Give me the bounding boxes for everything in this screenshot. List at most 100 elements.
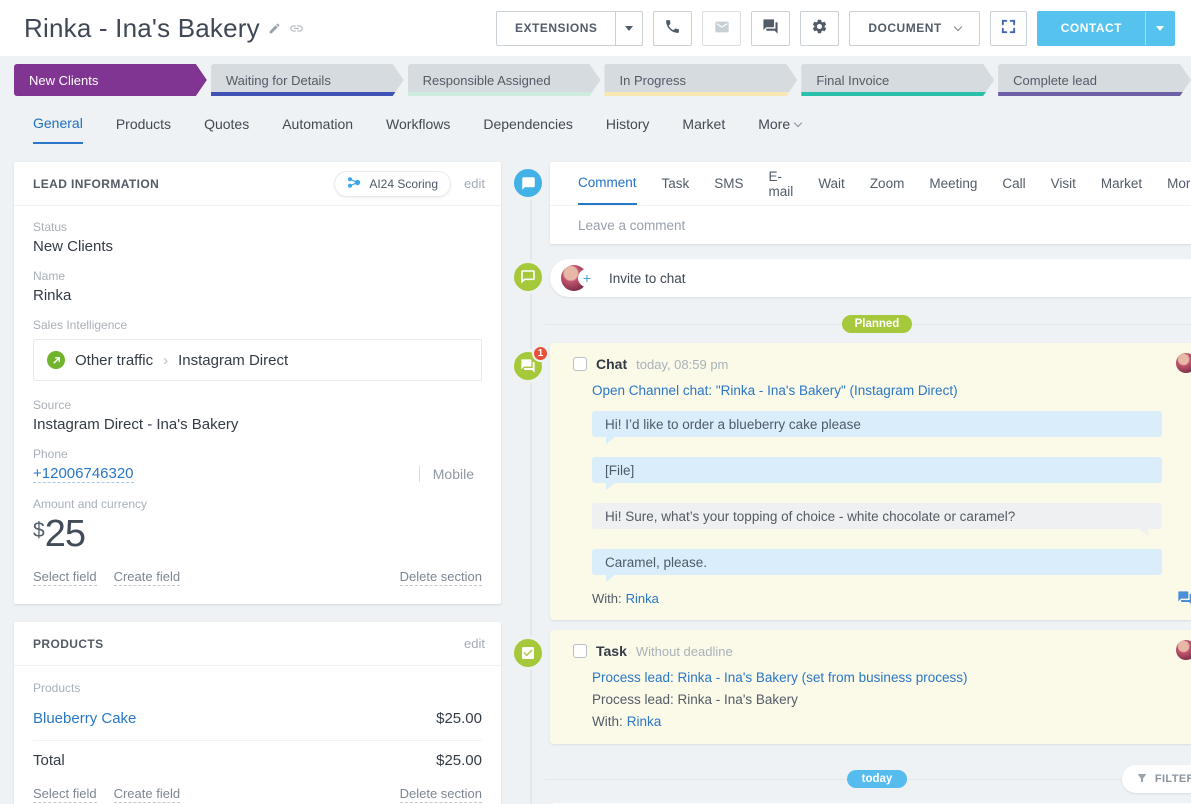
detail-tabs: General Products Quotes Automation Workf… xyxy=(0,96,1191,144)
chat-bubbles-icon xyxy=(762,18,779,38)
contact-button[interactable]: CONTACT xyxy=(1037,11,1175,46)
composer-tab-more[interactable]: More xyxy=(1167,162,1191,205)
tab-more[interactable]: More xyxy=(758,112,801,144)
document-button[interactable]: DOCUMENT xyxy=(849,11,979,46)
tab-market[interactable]: Market xyxy=(682,112,725,144)
chat-messages: Hi! I’d like to order a blueberry cake p… xyxy=(550,398,1191,575)
activity-composer: Comment Task SMS E-mail Wait Zoom Meetin… xyxy=(550,162,1191,244)
composer-tab-sms[interactable]: SMS xyxy=(714,162,743,205)
header: Rinka - Ina's Bakery EXTENSIONS DOCUMENT xyxy=(0,0,1191,56)
extensions-dropdown-arrow[interactable] xyxy=(615,12,642,45)
stage-underline xyxy=(408,92,601,96)
composer-tab-email[interactable]: E-mail xyxy=(769,162,794,205)
stage-label: In Progress xyxy=(619,73,685,88)
extensions-button-label[interactable]: EXTENSIONS xyxy=(497,12,615,45)
edit-link[interactable]: edit xyxy=(464,176,485,191)
settings-button[interactable] xyxy=(800,11,839,46)
composer-tab-task[interactable]: Task xyxy=(662,162,690,205)
create-field-link[interactable]: Create field xyxy=(114,569,180,586)
stage-responsible-assigned[interactable]: Responsible Assigned xyxy=(408,64,601,96)
stage-new-clients[interactable]: New Clients xyxy=(14,64,207,96)
stage-label: Complete lead xyxy=(1013,73,1097,88)
filter-button[interactable]: FILTER xyxy=(1122,765,1191,793)
source-value: Instagram Direct - Ina's Bakery xyxy=(33,416,482,433)
comment-input[interactable]: Leave a comment xyxy=(550,206,1191,244)
stage-complete-lead[interactable]: Complete lead xyxy=(998,64,1191,96)
tab-workflows[interactable]: Workflows xyxy=(386,112,450,144)
filter-button-label: FILTER xyxy=(1155,773,1191,785)
tab-general[interactable]: General xyxy=(33,112,83,144)
phone-link[interactable]: +12006746320 xyxy=(33,465,134,483)
chat-button[interactable] xyxy=(751,11,790,46)
select-field-link[interactable]: Select field xyxy=(33,786,97,803)
product-name-link[interactable]: Blueberry Cake xyxy=(33,710,136,727)
tab-history[interactable]: History xyxy=(606,112,650,144)
composer-tab-wait[interactable]: Wait xyxy=(818,162,845,205)
call-button[interactable] xyxy=(653,11,692,46)
stage-in-progress[interactable]: In Progress xyxy=(604,64,797,96)
chat-activity-card: 1 Chat today, 08:59 pm Open Channel chat… xyxy=(550,343,1191,620)
tab-automation[interactable]: Automation xyxy=(282,112,353,144)
mail-icon xyxy=(714,19,730,38)
toolbar: EXTENSIONS DOCUMENT CONTACT xyxy=(496,11,1175,46)
open-chat-icon[interactable] xyxy=(1177,590,1191,606)
with-contact-link[interactable]: Rinka xyxy=(627,714,662,729)
email-button[interactable] xyxy=(702,11,741,46)
fullscreen-button[interactable] xyxy=(990,11,1027,46)
stage-final-invoice[interactable]: Final Invoice xyxy=(801,64,994,96)
chat-message: Hi! I’d like to order a blueberry cake p… xyxy=(592,411,1162,437)
stage-label: Responsible Assigned xyxy=(423,73,551,88)
task-link[interactable]: Process lead: Rinka - Ina's Bakery (set … xyxy=(592,670,1162,685)
select-field-link[interactable]: Select field xyxy=(33,569,97,586)
sales-intelligence-label: Sales Intelligence xyxy=(33,318,482,332)
extensions-button[interactable]: EXTENSIONS xyxy=(496,11,643,46)
ai-scoring-button[interactable]: AI24 Scoring xyxy=(334,171,451,197)
expand-icon xyxy=(1000,18,1017,38)
amount-label: Amount and currency xyxy=(33,497,482,511)
composer-tab-meeting[interactable]: Meeting xyxy=(929,162,977,205)
document-button-label[interactable]: DOCUMENT xyxy=(868,21,941,35)
composer-tab-market[interactable]: Market xyxy=(1101,162,1142,205)
avatar[interactable] xyxy=(1176,353,1191,373)
tab-dependencies[interactable]: Dependencies xyxy=(483,112,573,144)
with-contact-link[interactable]: Rinka xyxy=(626,591,659,606)
invite-to-chat-button[interactable]: + Invite to chat xyxy=(550,259,1191,297)
composer-tab-comment[interactable]: Comment xyxy=(578,162,637,205)
link-icon[interactable] xyxy=(289,21,304,36)
chevron-down-icon xyxy=(953,23,961,31)
planned-divider: Planned xyxy=(545,313,1191,334)
tab-more-label: More xyxy=(758,116,790,132)
avatar[interactable] xyxy=(1176,640,1191,660)
task-check-icon xyxy=(511,636,545,670)
stage-underline xyxy=(211,92,404,96)
products-card: PRODUCTS edit Products Blueberry Cake $2… xyxy=(14,622,501,804)
chat-message: Hi! Sure, what’s your topping of choice … xyxy=(592,503,1162,529)
composer-tab-zoom[interactable]: Zoom xyxy=(870,162,905,205)
composer-tab-visit[interactable]: Visit xyxy=(1051,162,1076,205)
open-channel-chat-link[interactable]: Open Channel chat: "Rinka - Ina's Bakery… xyxy=(550,372,1191,398)
edit-title-icon[interactable] xyxy=(268,22,281,35)
phone-icon xyxy=(664,18,681,38)
chat-message: Caramel, please. xyxy=(592,549,1162,575)
delete-section-link[interactable]: Delete section xyxy=(400,569,482,586)
stage-label: Final Invoice xyxy=(816,73,889,88)
tab-quotes[interactable]: Quotes xyxy=(204,112,249,144)
stage-underline xyxy=(998,92,1191,96)
tab-products[interactable]: Products xyxy=(116,112,171,144)
task-activity-card: Task Without deadline Process lead: Rink… xyxy=(550,630,1191,744)
sales-intelligence-box[interactable]: Other traffic › Instagram Direct xyxy=(33,339,482,381)
task-text: Process lead: Rinka - Ina's Bakery xyxy=(592,692,1162,707)
caret-down-icon xyxy=(625,26,633,31)
stage-waiting-for-details[interactable]: Waiting for Details xyxy=(211,64,404,96)
delete-section-link[interactable]: Delete section xyxy=(400,786,482,803)
chat-checkbox[interactable] xyxy=(573,357,587,371)
composer-tab-call[interactable]: Call xyxy=(1002,162,1025,205)
today-divider: today FILTER xyxy=(545,768,1191,790)
contact-button-label[interactable]: CONTACT xyxy=(1038,12,1145,45)
create-field-link[interactable]: Create field xyxy=(114,786,180,803)
task-checkbox[interactable] xyxy=(573,644,587,658)
ai-scoring-label: AI24 Scoring xyxy=(369,177,438,191)
edit-link[interactable]: edit xyxy=(464,636,485,651)
chat-filled-icon: 1 xyxy=(511,349,545,383)
contact-dropdown-arrow[interactable] xyxy=(1145,12,1174,45)
